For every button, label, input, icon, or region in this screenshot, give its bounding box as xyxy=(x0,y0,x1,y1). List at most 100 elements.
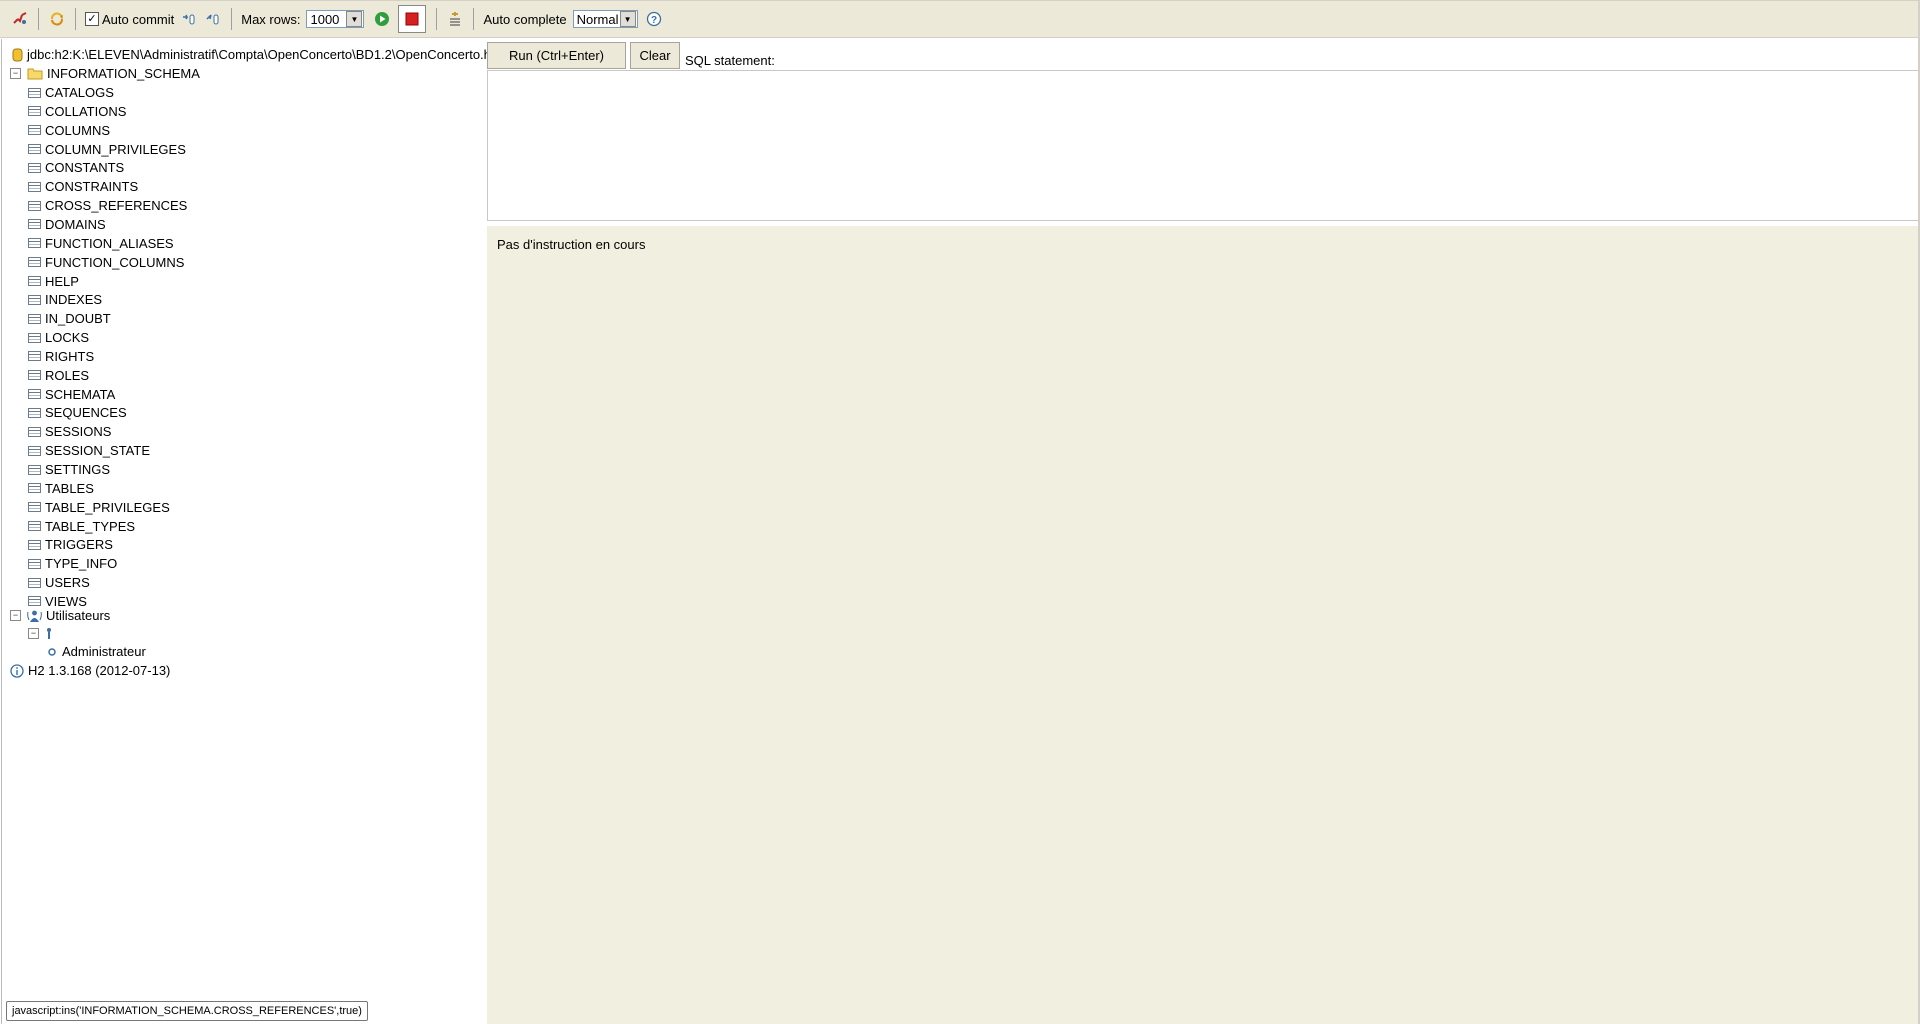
collapse-icon[interactable]: − xyxy=(10,68,21,79)
tree-schema[interactable]: − INFORMATION_SCHEMA xyxy=(10,64,200,83)
tree-table-sessions[interactable]: SESSIONS xyxy=(28,422,111,441)
users-icon xyxy=(27,610,42,622)
collapse-icon[interactable]: − xyxy=(28,628,39,639)
clear-button[interactable]: Clear xyxy=(630,42,680,69)
tree-table-collations[interactable]: COLLATIONS xyxy=(28,102,126,121)
run-play-icon[interactable] xyxy=(372,9,392,29)
table-label: COLUMNS xyxy=(45,122,111,138)
refresh-icon[interactable] xyxy=(47,9,67,29)
auto-commit-checkbox[interactable]: ✓ Auto commit xyxy=(85,12,174,27)
tree-table-cross-references[interactable]: CROSS_REFERENCES xyxy=(28,196,187,215)
toolbar: ✓ Auto commit Max rows: 1000 ▼ Auto comp… xyxy=(0,0,1920,38)
schema-label: INFORMATION_SCHEMA xyxy=(47,66,200,81)
tree-connection[interactable]: jdbc:h2:K:\ELEVEN\Administratif\Compta\O… xyxy=(12,45,498,64)
history-icon[interactable] xyxy=(445,9,465,29)
database-icon xyxy=(12,48,23,61)
table-label: TABLE_PRIVILEGES xyxy=(45,499,170,515)
table-label: IN_DOUBT xyxy=(45,311,111,327)
table-label: HELP xyxy=(45,273,79,289)
clear-button-label: Clear xyxy=(639,48,671,63)
table-icon xyxy=(28,577,41,588)
tree-table-constants[interactable]: CONSTANTS xyxy=(28,158,124,177)
table-icon xyxy=(28,483,41,494)
tree-table-function-aliases[interactable]: FUNCTION_ALIASES xyxy=(28,234,174,253)
chevron-down-icon[interactable]: ▼ xyxy=(346,11,363,27)
tree-table-locks[interactable]: LOCKS xyxy=(28,328,89,347)
tree-table-table-types[interactable]: TABLE_TYPES xyxy=(28,517,135,536)
table-label: SESSION_STATE xyxy=(45,443,150,459)
help-icon[interactable]: ? xyxy=(644,9,664,29)
tree-table-help[interactable]: HELP xyxy=(28,272,79,291)
max-rows-select[interactable]: 1000 ▼ xyxy=(306,10,365,28)
table-icon xyxy=(28,558,41,569)
toolbar-separator xyxy=(231,8,233,30)
tree-table-function-columns[interactable]: FUNCTION_COLUMNS xyxy=(28,253,184,272)
rollback-icon[interactable] xyxy=(203,9,223,29)
tree-table-table-privileges[interactable]: TABLE_PRIVILEGES xyxy=(28,498,170,517)
table-label: DOMAINS xyxy=(45,216,106,232)
tree-table-indexes[interactable]: INDEXES xyxy=(28,290,102,309)
table-label: CATALOGS xyxy=(45,85,114,100)
chevron-down-icon[interactable]: ▼ xyxy=(619,11,636,27)
table-icon xyxy=(28,125,41,136)
tree-table-sequences[interactable]: SEQUENCES xyxy=(28,403,127,422)
tree-version: H2 1.3.168 (2012-07-13) xyxy=(10,661,170,680)
tree-users[interactable]: − Utilisateurs xyxy=(10,606,110,625)
toolbar-separator xyxy=(473,8,475,30)
run-button-label: Run (Ctrl+Enter) xyxy=(509,48,604,63)
table-label: ROLES xyxy=(45,367,90,383)
table-label: LOCKS xyxy=(45,330,90,346)
auto-complete-value: Normal xyxy=(576,11,619,27)
tree-table-schemata[interactable]: SCHEMATA xyxy=(28,385,115,404)
tree-table-catalogs[interactable]: CATALOGS xyxy=(28,83,114,102)
sql-statement-label: SQL statement: xyxy=(685,53,775,68)
tree-user-group[interactable]: − xyxy=(28,624,53,643)
folder-icon xyxy=(27,68,43,80)
tree-table-type-info[interactable]: TYPE_INFO xyxy=(28,554,117,573)
table-label: CONSTRAINTS xyxy=(45,179,139,195)
tree-table-constraints[interactable]: CONSTRAINTS xyxy=(28,177,138,196)
tree-table-columns[interactable]: COLUMNS xyxy=(28,121,110,140)
table-icon xyxy=(28,332,41,343)
table-label: CONSTANTS xyxy=(45,160,125,176)
connection-label: jdbc:h2:K:\ELEVEN\Administratif\Compta\O… xyxy=(27,47,499,62)
tree-table-users[interactable]: USERS xyxy=(28,573,90,592)
auto-complete-select[interactable]: Normal ▼ xyxy=(572,10,638,28)
sql-input[interactable] xyxy=(487,70,1920,221)
tree-table-triggers[interactable]: TRIGGERS xyxy=(28,535,113,554)
tree-table-settings[interactable]: SETTINGS xyxy=(28,460,110,479)
collapse-icon[interactable]: − xyxy=(10,610,21,621)
run-button[interactable]: Run (Ctrl+Enter) xyxy=(487,42,626,69)
auto-commit-label: Auto commit xyxy=(102,11,175,27)
table-icon xyxy=(28,426,41,437)
tree-table-roles[interactable]: ROLES xyxy=(28,366,89,385)
table-icon xyxy=(28,200,41,211)
tree-table-session-state[interactable]: SESSION_STATE xyxy=(28,441,150,460)
table-icon xyxy=(28,87,41,98)
max-rows-label: Max rows: xyxy=(241,11,301,27)
auto-complete-label: Auto complete xyxy=(483,11,567,27)
commit-icon[interactable] xyxy=(179,9,199,29)
tree-table-column-privileges[interactable]: COLUMN_PRIVILEGES xyxy=(28,140,186,159)
table-label: SEQUENCES xyxy=(45,405,127,421)
table-label: INDEXES xyxy=(45,292,103,308)
table-icon xyxy=(28,238,41,249)
table-icon xyxy=(28,313,41,324)
stop-button[interactable] xyxy=(398,5,427,33)
table-icon xyxy=(28,219,41,230)
disconnect-icon[interactable] xyxy=(10,9,30,29)
table-label: TABLE_TYPES xyxy=(45,518,136,534)
tree-table-domains[interactable]: DOMAINS xyxy=(28,215,106,234)
table-icon xyxy=(28,521,41,532)
status-link-text: javascript:ins('INFORMATION_SCHEMA.CROSS… xyxy=(12,1005,362,1017)
table-label: USERS xyxy=(45,575,90,591)
tree-table-rights[interactable]: RIGHTS xyxy=(28,347,94,366)
table-label: SESSIONS xyxy=(45,424,112,440)
tree-table-tables[interactable]: TABLES xyxy=(28,479,94,498)
table-icon xyxy=(28,181,41,192)
toolbar-separator xyxy=(38,8,39,30)
tree-user-administrateur[interactable]: Administrateur xyxy=(48,642,146,661)
max-rows-value: 1000 xyxy=(310,11,340,27)
tree-table-in-doubt[interactable]: IN_DOUBT xyxy=(28,309,111,328)
checkbox-checked-icon[interactable]: ✓ xyxy=(85,12,99,26)
